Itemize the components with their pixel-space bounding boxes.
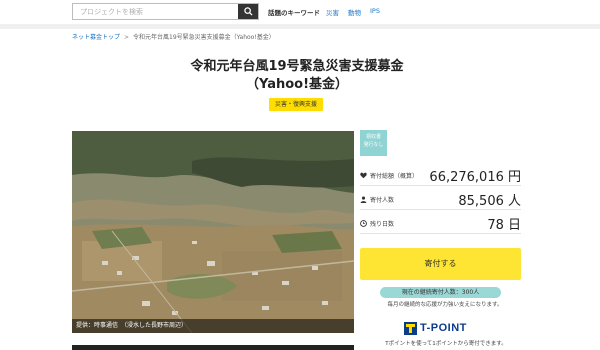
badge-line2: 発行なし [363,142,384,148]
search-button[interactable] [238,4,258,19]
receipt-badge: 領収書 発行なし [360,130,387,156]
stat-label: 残り日数 [370,221,395,228]
stat-donor-count: 寄付人数 85,506 人 [360,186,521,210]
tpoint-note: Tポイントを使って1ポイントから寄付できます。 [385,341,507,347]
search-box [72,3,259,20]
stat-value: 78 日 [487,218,521,233]
stat-value: 66,276,016 円 [429,170,521,185]
search-input[interactable] [73,4,239,19]
badge-line1: 領収書 [365,134,381,140]
page-title: 令和元年台風19号緊急災害支援募金 （Yahoo!基金） [0,58,594,94]
site-header: 話題のキーワード 災害 動物 IPS [0,0,600,24]
aerial-flood-image [72,131,354,333]
tpoint-logo[interactable]: T-POINT [404,320,467,336]
page-title-line1: 令和元年台風19号緊急災害支援募金 [190,59,404,74]
keyword-link[interactable]: 動物 [348,7,361,17]
heart-icon [360,172,367,179]
tpoint-icon [404,321,417,335]
tpoint-label: T-POINT [420,322,467,334]
stat-total-amount: 寄付総額（概算） 66,276,016 円 [360,162,521,186]
breadcrumb-current: 令和元年台風19号緊急災害支援募金（Yahoo!基金） [133,34,275,41]
project-photo: 提供：時事通信 （浸水した長野市周辺） [72,131,354,333]
supporters-count-badge: 現在の継続寄付人数：300人 [380,287,501,298]
photo-caption: 提供：時事通信 （浸水した長野市周辺） [72,319,354,333]
stat-label: 寄付人数 [370,197,395,204]
stat-value: 85,506 人 [458,194,521,209]
breadcrumb-home-link[interactable]: ネット募金トップ [72,34,120,41]
breadcrumb-separator: > [124,34,130,41]
supporters-note: 毎月の継続的な応援が力強い支えになります。 [387,302,503,308]
stat-label: 寄付総額（概算） [370,173,419,180]
clock-icon [360,220,367,227]
keyword-link[interactable]: IPS [370,7,380,15]
keyword-title: 話題のキーワード [268,9,320,17]
donate-button[interactable]: 寄付する [360,248,521,280]
category-tag[interactable]: 災害・復興支援 [269,98,323,111]
breadcrumb: ネット募金トップ > 令和元年台風19号緊急災害支援募金（Yahoo!基金） [72,32,275,41]
content-bar [72,345,354,350]
keyword-link[interactable]: 災害 [326,7,339,17]
person-icon [360,196,367,203]
header-divider [0,24,600,29]
search-icon [243,7,253,16]
page-title-line2: （Yahoo!基金） [245,77,349,92]
stat-days-left: 残り日数 78 日 [360,210,521,234]
